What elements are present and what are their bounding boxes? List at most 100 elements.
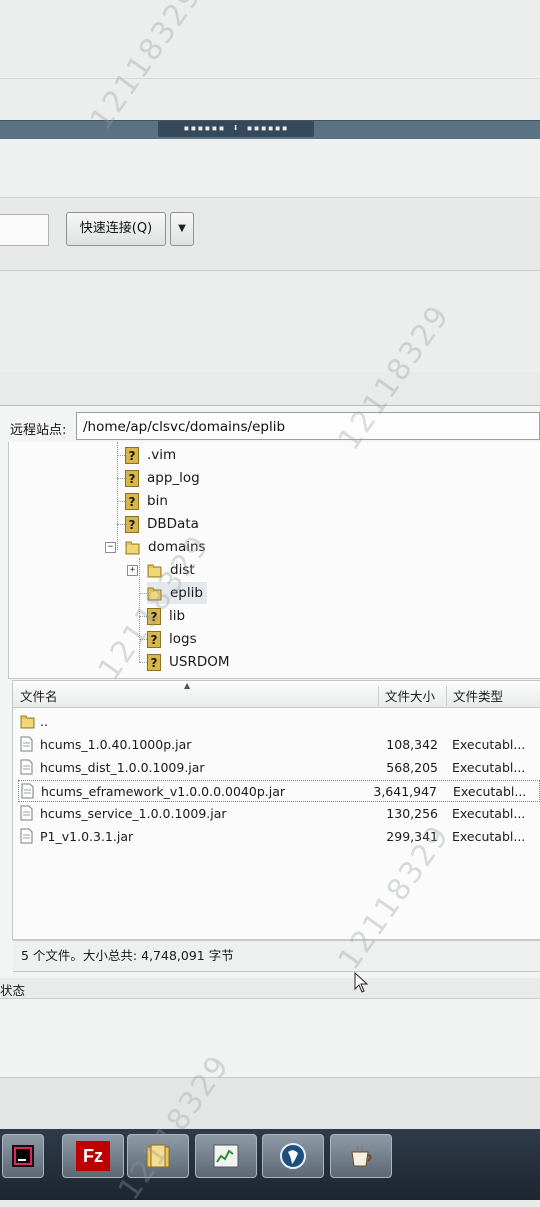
file-row[interactable]: hcums_service_1.0.0.1009.jar 130,256 Exe… — [18, 803, 540, 825]
file-name: .. — [40, 714, 48, 729]
collapse-toggle[interactable]: − — [105, 542, 116, 553]
globe-icon[interactable] — [262, 1134, 324, 1178]
tree-item-eplib[interactable]: eplib — [147, 582, 207, 604]
filezilla-icon[interactable]: Fz — [62, 1134, 124, 1178]
bottom-panel — [0, 1077, 540, 1130]
file-size: 130,256 — [386, 806, 438, 821]
intellij-icon[interactable] — [2, 1134, 44, 1178]
tree-item-bin[interactable]: ? bin — [125, 490, 168, 512]
tree-item-dist[interactable]: dist — [147, 559, 195, 581]
file-type: Executabl... — [452, 829, 526, 844]
tree-item-usrdom[interactable]: ? USRDOM — [147, 651, 230, 673]
tree-item-label: DBData — [147, 516, 199, 532]
file-name: hcums_1.0.40.1000p.jar — [40, 737, 192, 752]
question-folder-icon: ? — [147, 653, 161, 671]
splitter-grip[interactable]: ▪▪▪▪▪▪ ⬇ ▪▪▪▪▪▪ — [158, 121, 314, 137]
folder-icon — [125, 539, 140, 555]
file-size: 299,341 — [386, 829, 438, 844]
file-name: hcums_dist_1.0.0.1009.jar — [40, 760, 205, 775]
chart-app-icon[interactable] — [195, 1134, 257, 1178]
question-folder-icon: ? — [125, 446, 139, 464]
quickconnect-button[interactable]: 快速连接(Q) — [66, 212, 166, 246]
file-type: Executabl... — [453, 784, 527, 799]
svg-text:?: ? — [129, 449, 136, 463]
file-size: 568,205 — [386, 760, 438, 775]
file-icon — [20, 805, 33, 821]
column-header-name[interactable]: 文件名 — [20, 686, 58, 705]
svg-text:?: ? — [129, 518, 136, 532]
tree-item-domains[interactable]: domains — [125, 536, 206, 558]
tree-item-app-log[interactable]: ? app_log — [125, 467, 200, 489]
folder-icon — [147, 562, 162, 578]
file-type: Executabl... — [452, 760, 526, 775]
summary-text: 5 个文件。大小总共: 4,748,091 字节 — [21, 948, 234, 963]
file-icon — [21, 783, 34, 799]
file-row[interactable]: hcums_dist_1.0.0.1009.jar 568,205 Execut… — [18, 757, 540, 779]
file-icon — [20, 736, 33, 752]
chevron-down-icon: ▼ — [178, 223, 186, 234]
tree-item-label: dist — [170, 562, 195, 578]
tree-item-vim[interactable]: ? .vim — [125, 444, 176, 466]
column-header-type[interactable]: 文件类型 — [453, 686, 503, 705]
file-row[interactable]: hcums_1.0.40.1000p.jar 108,342 Executabl… — [18, 734, 540, 756]
folder-icon — [20, 713, 35, 729]
tree-item-label: app_log — [147, 470, 200, 486]
file-manager-icon[interactable] — [127, 1134, 189, 1178]
tree-item-logs[interactable]: ? logs — [147, 628, 197, 650]
top-panel — [0, 0, 540, 120]
tree-item-lib[interactable]: ? lib — [147, 605, 185, 627]
transfer-queue — [0, 999, 540, 1077]
host-input[interactable] — [0, 214, 49, 246]
file-name: P1_v1.0.3.1.jar — [40, 829, 134, 844]
tree-item-label: lib — [169, 608, 186, 624]
message-log — [0, 272, 540, 372]
file-type: Executabl... — [452, 806, 526, 821]
tree-connector — [139, 558, 140, 662]
tree-item-label: logs — [169, 631, 197, 647]
file-name: hcums_service_1.0.0.1009.jar — [40, 806, 227, 821]
tree-item-label: domains — [148, 539, 206, 555]
remote-directory-tree: ? .vim ? app_log ? bin ? DBData − domain… — [8, 442, 540, 679]
svg-text:?: ? — [151, 633, 158, 647]
file-name: hcums_eframework_v1.0.0.0.0040p.jar — [41, 784, 286, 799]
file-list-summary: 5 个文件。大小总共: 4,748,091 字节 — [13, 940, 540, 972]
folder-icon — [147, 585, 162, 601]
file-row-selected[interactable]: hcums_eframework_v1.0.0.0.0040p.jar 3,64… — [18, 780, 540, 802]
quickconnect-dropdown[interactable]: ▼ — [170, 212, 194, 246]
expand-toggle[interactable]: + — [127, 565, 138, 576]
parent-directory-row[interactable]: .. — [18, 711, 540, 733]
question-folder-icon: ? — [125, 469, 139, 487]
file-icon — [20, 759, 33, 775]
tree-item-label: .vim — [147, 447, 177, 463]
remote-site-label: 远程站点: — [10, 423, 67, 438]
top-divider — [0, 78, 540, 79]
tree-connector — [117, 442, 118, 550]
column-header-size[interactable]: 文件大小 — [385, 686, 435, 705]
svg-text:?: ? — [151, 656, 158, 670]
question-folder-icon: ? — [147, 630, 161, 648]
status-tab[interactable]: 状态 — [0, 980, 25, 999]
sort-ascending-icon: ▲ — [184, 681, 191, 690]
coffee-cup-icon[interactable] — [330, 1134, 392, 1178]
column-divider[interactable] — [446, 686, 447, 706]
question-folder-icon: ? — [147, 607, 161, 625]
file-size: 3,641,947 — [373, 784, 437, 799]
question-folder-icon: ? — [125, 492, 139, 510]
tree-item-dbdata[interactable]: ? DBData — [125, 513, 199, 535]
mouse-cursor-icon — [354, 971, 370, 998]
filezilla-glyph: Fz — [76, 1141, 110, 1171]
tree-item-label: USRDOM — [169, 654, 230, 670]
toolbar-area — [0, 139, 540, 198]
svg-text:?: ? — [129, 472, 136, 486]
remote-path-input[interactable]: /home/ap/clsvc/domains/eplib — [76, 412, 540, 440]
column-divider[interactable] — [378, 686, 379, 706]
file-icon — [20, 828, 33, 844]
file-size: 108,342 — [386, 737, 438, 752]
tree-item-label: bin — [147, 493, 168, 509]
svg-text:?: ? — [151, 610, 158, 624]
file-type: Executabl... — [452, 737, 526, 752]
svg-text:?: ? — [129, 495, 136, 509]
question-folder-icon: ? — [125, 515, 139, 533]
tree-item-label: eplib — [170, 585, 203, 601]
file-row[interactable]: P1_v1.0.3.1.jar 299,341 Executabl... — [18, 826, 540, 848]
